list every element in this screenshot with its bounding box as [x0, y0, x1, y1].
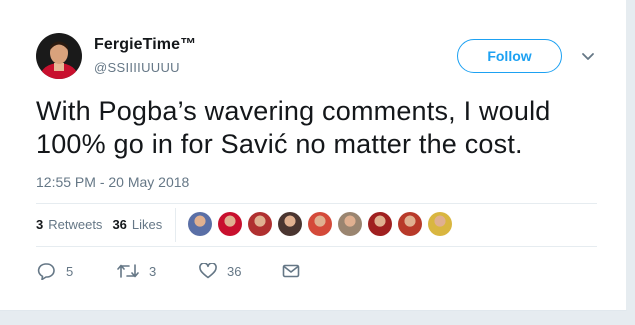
tweet-timestamp[interactable]: 12:55 PM - 20 May 2018: [36, 174, 189, 190]
likes-stat[interactable]: 36 Likes: [112, 217, 162, 232]
retweets-count: 3: [36, 217, 44, 232]
user-name[interactable]: FergieTime™: [94, 36, 196, 54]
chevron-down-icon[interactable]: [581, 49, 595, 63]
liker-avatar[interactable]: [308, 212, 332, 236]
liker-avatar[interactable]: [218, 212, 242, 236]
retweet-count: 3: [149, 263, 157, 279]
divider: [36, 203, 597, 204]
follow-button[interactable]: Follow: [457, 39, 562, 73]
like-count: 36: [227, 263, 242, 279]
retweet-button[interactable]: 3: [117, 263, 187, 279]
like-button[interactable]: 36: [199, 263, 279, 279]
tweet-card: FergieTime™ @SSIIIIUUUU Follow With Pogb…: [0, 0, 627, 311]
retweets-label: Retweets: [48, 217, 103, 232]
tweet-actions: 5 3 36: [36, 262, 300, 280]
heart-icon: [199, 263, 217, 279]
liker-avatar[interactable]: [248, 212, 272, 236]
divider: [36, 246, 597, 247]
reply-count: 5: [66, 263, 74, 279]
liker-avatars: [188, 212, 458, 236]
retweet-icon: [117, 264, 139, 278]
reply-icon: [37, 263, 55, 280]
liker-avatar[interactable]: [278, 212, 302, 236]
tweet-text: With Pogba’s wavering comments, I would …: [36, 96, 551, 159]
likes-label: Likes: [131, 217, 163, 232]
stats-separator: [175, 208, 176, 242]
liker-avatar[interactable]: [338, 212, 362, 236]
liker-avatar[interactable]: [398, 212, 422, 236]
avatar[interactable]: [36, 33, 82, 79]
liker-avatar[interactable]: [188, 212, 212, 236]
envelope-icon: [282, 264, 300, 278]
retweets-stat[interactable]: 3 Retweets: [36, 217, 102, 232]
tweet-stats: 3 Retweets 36 Likes: [36, 217, 172, 232]
user-handle[interactable]: @SSIIIIUUUU: [94, 60, 180, 75]
message-button[interactable]: [282, 264, 300, 278]
liker-avatar[interactable]: [428, 212, 452, 236]
reply-button[interactable]: 5: [36, 262, 91, 280]
likes-count: 36: [112, 217, 127, 232]
liker-avatar[interactable]: [368, 212, 392, 236]
